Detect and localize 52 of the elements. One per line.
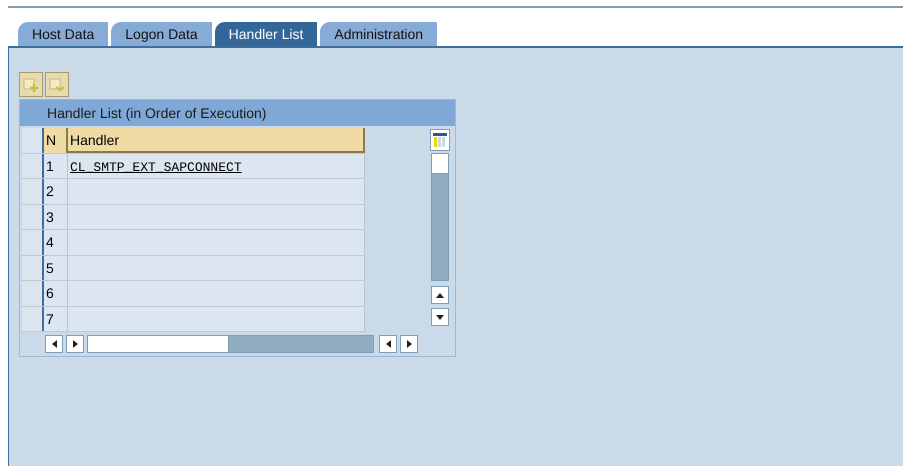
- table-cell[interactable]: [68, 306, 365, 331]
- up-arrow-icon: [436, 292, 444, 298]
- table-cell[interactable]: [68, 256, 365, 280]
- left-arrow-icon: [52, 340, 56, 348]
- horizontal-scrollbar[interactable]: [87, 335, 374, 353]
- row-number-cell: 5: [44, 256, 68, 280]
- vertical-scrollbar[interactable]: [431, 153, 449, 281]
- column-header: Handler: [68, 128, 365, 152]
- tab[interactable]: Host Data: [18, 22, 108, 46]
- row-number-cell: 3: [44, 204, 68, 229]
- row-selector[interactable]: [22, 256, 44, 280]
- row-number-cell: 6: [44, 281, 68, 306]
- row-selector[interactable]: [22, 204, 44, 229]
- columns-icon: [433, 133, 447, 147]
- scroll-left-button[interactable]: [45, 335, 63, 353]
- row-number-cell: 4: [44, 230, 68, 254]
- table-cell[interactable]: [68, 179, 365, 204]
- row-number-cell: 2: [44, 179, 68, 204]
- scroll-right-button[interactable]: [400, 335, 418, 353]
- right-arrow-icon: [406, 340, 412, 348]
- row-selector[interactable]: [22, 306, 44, 331]
- delete-row-button[interactable]: [45, 72, 69, 97]
- scroll-down-button[interactable]: [431, 308, 449, 326]
- tab[interactable]: Handler List: [214, 22, 318, 46]
- scroll-thumb[interactable]: [88, 336, 229, 352]
- row-selector[interactable]: [22, 128, 44, 152]
- row-number-cell: 7: [44, 306, 68, 331]
- scroll-left-button[interactable]: [379, 335, 397, 353]
- column-layout-button[interactable]: [430, 129, 450, 151]
- row-selector[interactable]: [22, 179, 44, 204]
- table-cell[interactable]: [68, 230, 365, 254]
- table-cell[interactable]: [68, 204, 365, 229]
- down-arrow-icon: [436, 314, 444, 320]
- row-selector[interactable]: [22, 154, 44, 178]
- column-header: N: [44, 128, 68, 152]
- scroll-thumb[interactable]: [432, 154, 448, 174]
- left-arrow-icon: [386, 340, 390, 348]
- tab[interactable]: Administration: [320, 22, 438, 46]
- scroll-right-button[interactable]: [66, 335, 84, 353]
- tab[interactable]: Logon Data: [111, 22, 212, 46]
- scroll-up-button[interactable]: [431, 286, 449, 304]
- row-selector[interactable]: [22, 281, 44, 306]
- row-selector[interactable]: [22, 230, 44, 254]
- table-cell[interactable]: [68, 281, 365, 306]
- table-cell[interactable]: CL_SMTP_EXT_SAPCONNECT: [68, 154, 365, 178]
- right-arrow-icon: [72, 340, 78, 348]
- insert-row-button[interactable]: [19, 72, 43, 97]
- remove-row-icon: [49, 76, 65, 92]
- add-row-icon: [23, 76, 39, 92]
- handler-link[interactable]: CL_SMTP_EXT_SAPCONNECT: [70, 160, 242, 174]
- row-number-cell: 1: [44, 154, 68, 178]
- table-title: Handler List (in Order of Execution): [20, 100, 455, 126]
